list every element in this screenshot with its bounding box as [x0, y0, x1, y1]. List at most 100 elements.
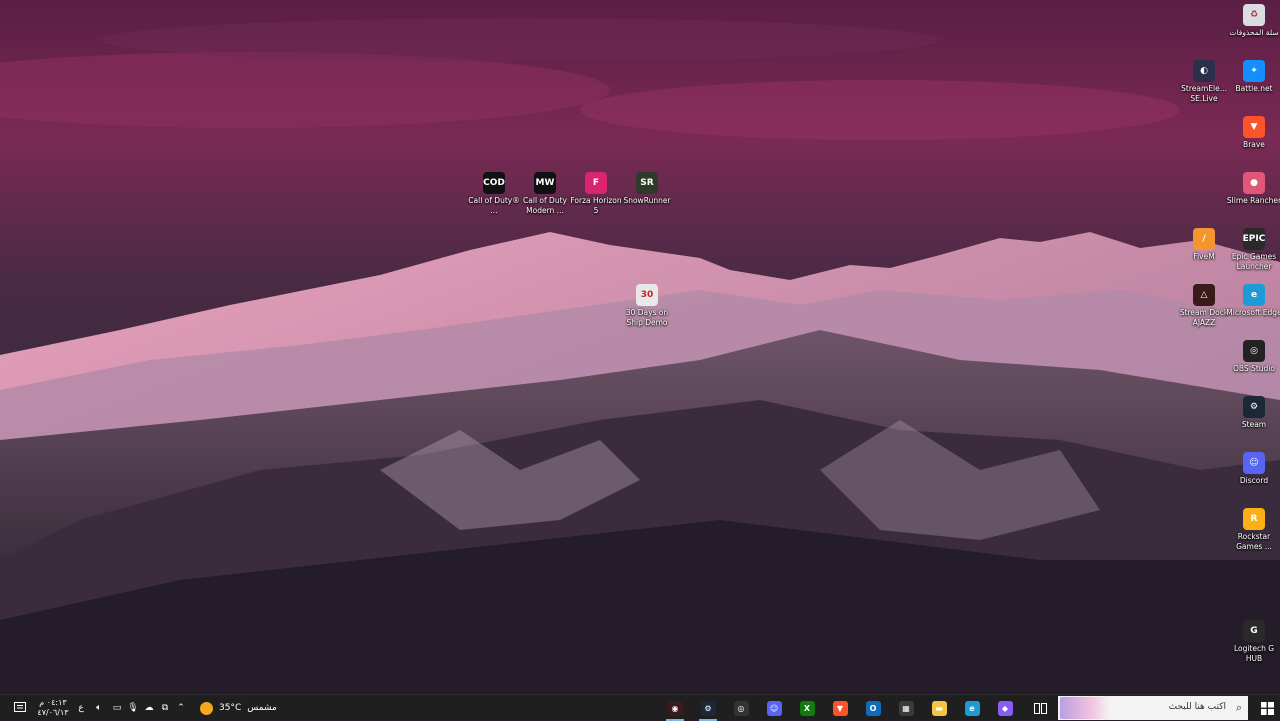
desktop-icon-obs[interactable]: ◎ OBS Studio	[1224, 340, 1280, 374]
windows-start-icon	[1260, 701, 1274, 715]
language-label: ع	[78, 703, 84, 713]
network-icon: ▭	[112, 703, 122, 713]
volume-tray-button[interactable]: 🔈︎	[92, 695, 106, 721]
logitech-ghub-icon: G	[1243, 620, 1265, 642]
fivem-icon: /	[1193, 228, 1215, 250]
clock[interactable]: ٠٤:١٣ م ٤٧/٠٦/١٣	[34, 695, 72, 721]
desktop-icon-discord[interactable]: ☺ Discord	[1224, 452, 1280, 486]
network-tray-button[interactable]: ▭	[110, 695, 124, 721]
search-box[interactable]: اكتب هنا للبحث ⌕	[1058, 696, 1248, 720]
taskbar-app-outlook[interactable]: O	[858, 695, 888, 721]
taskbar: اكتب هنا للبحث ⌕ ◆ e ▬ ▦ O ▼ X ☺ ◎ ⚙ ◉ 35°C مشمس ⌃…	[0, 694, 1280, 721]
30-days-on-ship-icon: 30	[636, 284, 658, 306]
battlenet-icon: ✦	[1243, 60, 1265, 82]
recycle-bin-icon: ♻	[1243, 4, 1265, 26]
desktop-icon-brave[interactable]: ▼ Brave	[1224, 116, 1280, 150]
obs-icon: ◎	[733, 700, 749, 716]
stream-dock-icon: ◉	[667, 700, 683, 716]
desktop-icon-label: Battle.net	[1235, 84, 1273, 93]
taskbar-app-file-explorer[interactable]: ▬	[924, 695, 954, 721]
steam-icon: ⚙	[700, 700, 716, 716]
chevron-up-icon: ⌃	[177, 703, 185, 713]
desktop-icon-label: SnowRunner	[623, 196, 671, 205]
search-icon: ⌕	[1235, 701, 1242, 714]
desktop-icon-edge[interactable]: e Microsoft Edge	[1224, 284, 1280, 318]
obs-icon: ◎	[1243, 340, 1265, 362]
call-of-duty-icon: COD	[483, 172, 505, 194]
copilot-icon: ◆	[997, 700, 1013, 716]
desktop-icon-label: Discord	[1239, 476, 1269, 485]
desktop-icon-label: Microsoft Edge	[1226, 308, 1280, 317]
desktop-icon-logitech-ghub[interactable]: G Logitech G HUB	[1224, 620, 1280, 664]
taskbar-app-copilot[interactable]: ◆	[990, 695, 1020, 721]
rockstar-icon: R	[1243, 508, 1265, 530]
onedrive-icon: ☁	[144, 703, 154, 713]
brave-icon: ▼	[832, 700, 848, 716]
desktop-icon-recycle-bin[interactable]: ♻ سلة المحذوفات	[1224, 4, 1280, 38]
weather-condition: مشمس	[247, 703, 277, 713]
desktop-icon-30-days-on-ship[interactable]: 30 30 Days on Ship Demo	[617, 284, 677, 328]
desktop-icon-slime-rancher[interactable]: ● Slime Rancher	[1224, 172, 1280, 206]
desktop-icon-battlenet[interactable]: ✦ Battle.net	[1224, 60, 1280, 94]
display-icon: ⧉	[161, 703, 169, 713]
desktop-icon-label: Brave	[1243, 140, 1265, 149]
stream-dock-icon: △	[1193, 284, 1215, 306]
taskbar-app-brave[interactable]: ▼	[825, 695, 855, 721]
microphone-tray-button[interactable]: 🎙︎	[126, 695, 140, 721]
notifications-button[interactable]	[8, 695, 32, 721]
clock-date: ٤٧/٠٦/١٣	[37, 708, 69, 717]
desktop-icon-steam[interactable]: ⚙ Steam	[1224, 396, 1280, 430]
desktop-icon-epic-games[interactable]: EPIC Epic Games Launcher	[1224, 228, 1280, 272]
task-view-button[interactable]	[1027, 695, 1053, 721]
taskbar-app-edge[interactable]: e	[957, 695, 987, 721]
speaker-icon: 🔈︎	[96, 703, 102, 713]
onedrive-tray-button[interactable]: ☁	[142, 695, 156, 721]
windows-start-button[interactable]	[1254, 695, 1280, 721]
desktop-icon-label: Slime Rancher	[1226, 196, 1280, 205]
show-hidden-icons-button[interactable]: ⌃	[174, 695, 188, 721]
call-of-duty-modern-warfare-icon: MW	[534, 172, 556, 194]
language-indicator[interactable]: ع	[74, 695, 88, 721]
search-placeholder: اكتب هنا للبحث	[1168, 702, 1226, 712]
edge-icon: e	[964, 700, 980, 716]
epic-games-icon: EPIC	[1243, 228, 1265, 250]
desktop-icon-label: Epic Games Launcher	[1231, 252, 1277, 271]
desktop-icon-snowrunner[interactable]: SR SnowRunner	[617, 172, 677, 206]
discord-icon: ☺	[766, 700, 782, 716]
forza-horizon-icon: F	[585, 172, 607, 194]
edge-icon: e	[1243, 284, 1265, 306]
weather-widget[interactable]: 35°C مشمس	[200, 695, 280, 721]
taskbar-app-store[interactable]: ▦	[891, 695, 921, 721]
desktop-icon-label: سلة المحذوفات	[1229, 28, 1279, 37]
search-highlight-icon	[1060, 697, 1110, 719]
desktop-icon-rockstar[interactable]: R Rockstar Games ...	[1224, 508, 1280, 552]
task-view-icon	[1033, 702, 1047, 714]
desktop-icon-label: Steam	[1241, 420, 1267, 429]
desktop-icon-label: Logitech G HUB	[1233, 644, 1275, 663]
brave-icon: ▼	[1243, 116, 1265, 138]
sun-icon	[200, 701, 213, 715]
microphone-icon: 🎙︎	[127, 703, 139, 713]
desktop-icon-label: Rockstar Games ...	[1236, 532, 1272, 551]
file-explorer-icon: ▬	[931, 700, 947, 716]
xbox-icon: X	[799, 700, 815, 716]
notifications-icon	[14, 702, 26, 712]
desktop-wallpaper	[0, 0, 1280, 694]
taskbar-app-stream-dock[interactable]: ◉	[660, 695, 690, 721]
outlook-icon: O	[865, 700, 881, 716]
clock-time: ٠٤:١٣ م	[39, 698, 67, 707]
slime-rancher-icon: ●	[1243, 172, 1265, 194]
steam-icon: ⚙	[1243, 396, 1265, 418]
taskbar-app-xbox[interactable]: X	[792, 695, 822, 721]
streamelements-icon: ◐	[1193, 60, 1215, 82]
desktop-icon-label: OBS Studio	[1233, 364, 1275, 373]
taskbar-app-discord[interactable]: ☺	[759, 695, 789, 721]
discord-icon: ☺	[1243, 452, 1265, 474]
display-tray-button[interactable]: ⧉	[158, 695, 172, 721]
weather-temp: 35°C	[219, 703, 242, 713]
snowrunner-icon: SR	[636, 172, 658, 194]
taskbar-app-obs[interactable]: ◎	[726, 695, 756, 721]
desktop-icon-label: 30 Days on Ship Demo	[625, 308, 669, 327]
microsoft-store-icon: ▦	[898, 700, 914, 716]
taskbar-app-steam[interactable]: ⚙	[693, 695, 723, 721]
